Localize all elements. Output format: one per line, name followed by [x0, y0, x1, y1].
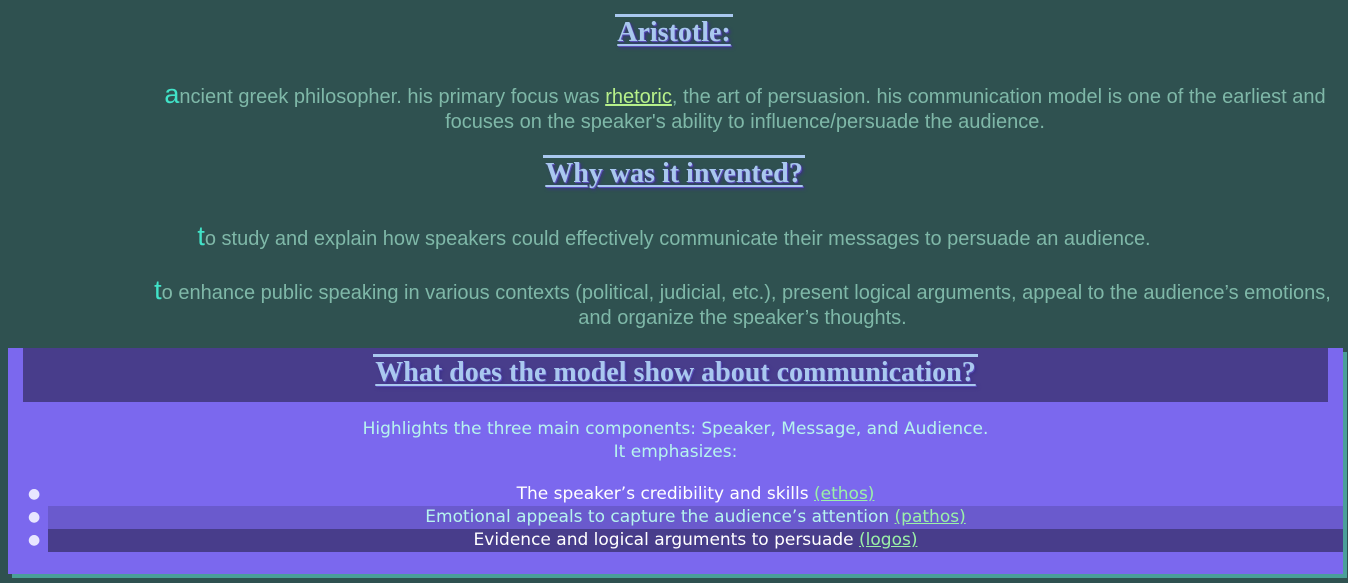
emphasis-list: ● The speaker’s credibility and skills (… [8, 483, 1343, 552]
heading-aristotle-text: Aristotle: [615, 14, 733, 49]
model-panel: What does the model show about communica… [8, 348, 1343, 574]
aristotle-description: ancient greek philosopher. his primary f… [160, 79, 1330, 135]
rhetoric-link[interactable]: rhetoric [605, 86, 672, 108]
reason-text-1: o study and explain how speakers could e… [204, 228, 1151, 250]
summary-line-2: It emphasizes: [613, 442, 738, 462]
logos-link[interactable]: (logos) [859, 530, 917, 550]
list-item-text: The speaker’s credibility and skills [516, 484, 815, 504]
list-item: ● The speaker’s credibility and skills (… [28, 483, 1343, 506]
reason-paragraph-2: to enhance public speaking in various co… [150, 275, 1335, 331]
ethos-link[interactable]: (ethos) [814, 484, 874, 504]
bullet-icon: ● [28, 532, 41, 548]
model-panel-header: What does the model show about communica… [23, 348, 1328, 402]
bullet-icon: ● [28, 486, 41, 502]
bullet-icon: ● [28, 509, 41, 525]
description-text-before: ncient greek philosopher. his primary fo… [179, 86, 606, 108]
summary-line-1: Highlights the three main components: Sp… [362, 419, 989, 439]
heading-why-invented-text: Why was it invented? [543, 155, 805, 190]
heading-model-shows-text: What does the model show about communica… [373, 354, 978, 389]
pathos-link[interactable]: (pathos) [895, 507, 966, 527]
list-item: ● Evidence and logical arguments to pers… [28, 529, 1343, 552]
drop-cap: t [197, 221, 205, 251]
heading-model-shows: What does the model show about communica… [23, 354, 1328, 389]
reason-paragraph-1: to study and explain how speakers could … [0, 221, 1348, 252]
page: Aristotle: ancient greek philosopher. hi… [0, 0, 1348, 583]
list-item-text: Emotional appeals to capture the audienc… [425, 507, 895, 527]
drop-cap: t [154, 275, 162, 305]
reason-text-2: o enhance public speaking in various con… [161, 282, 1331, 329]
drop-cap: a [164, 79, 180, 109]
heading-why-invented: Why was it invented? [0, 155, 1348, 190]
list-item: ● Emotional appeals to capture the audie… [28, 506, 1343, 529]
heading-aristotle: Aristotle: [0, 14, 1348, 49]
model-summary: Highlights the three main components: Sp… [8, 418, 1343, 464]
list-item-text: Evidence and logical arguments to persua… [473, 530, 860, 550]
